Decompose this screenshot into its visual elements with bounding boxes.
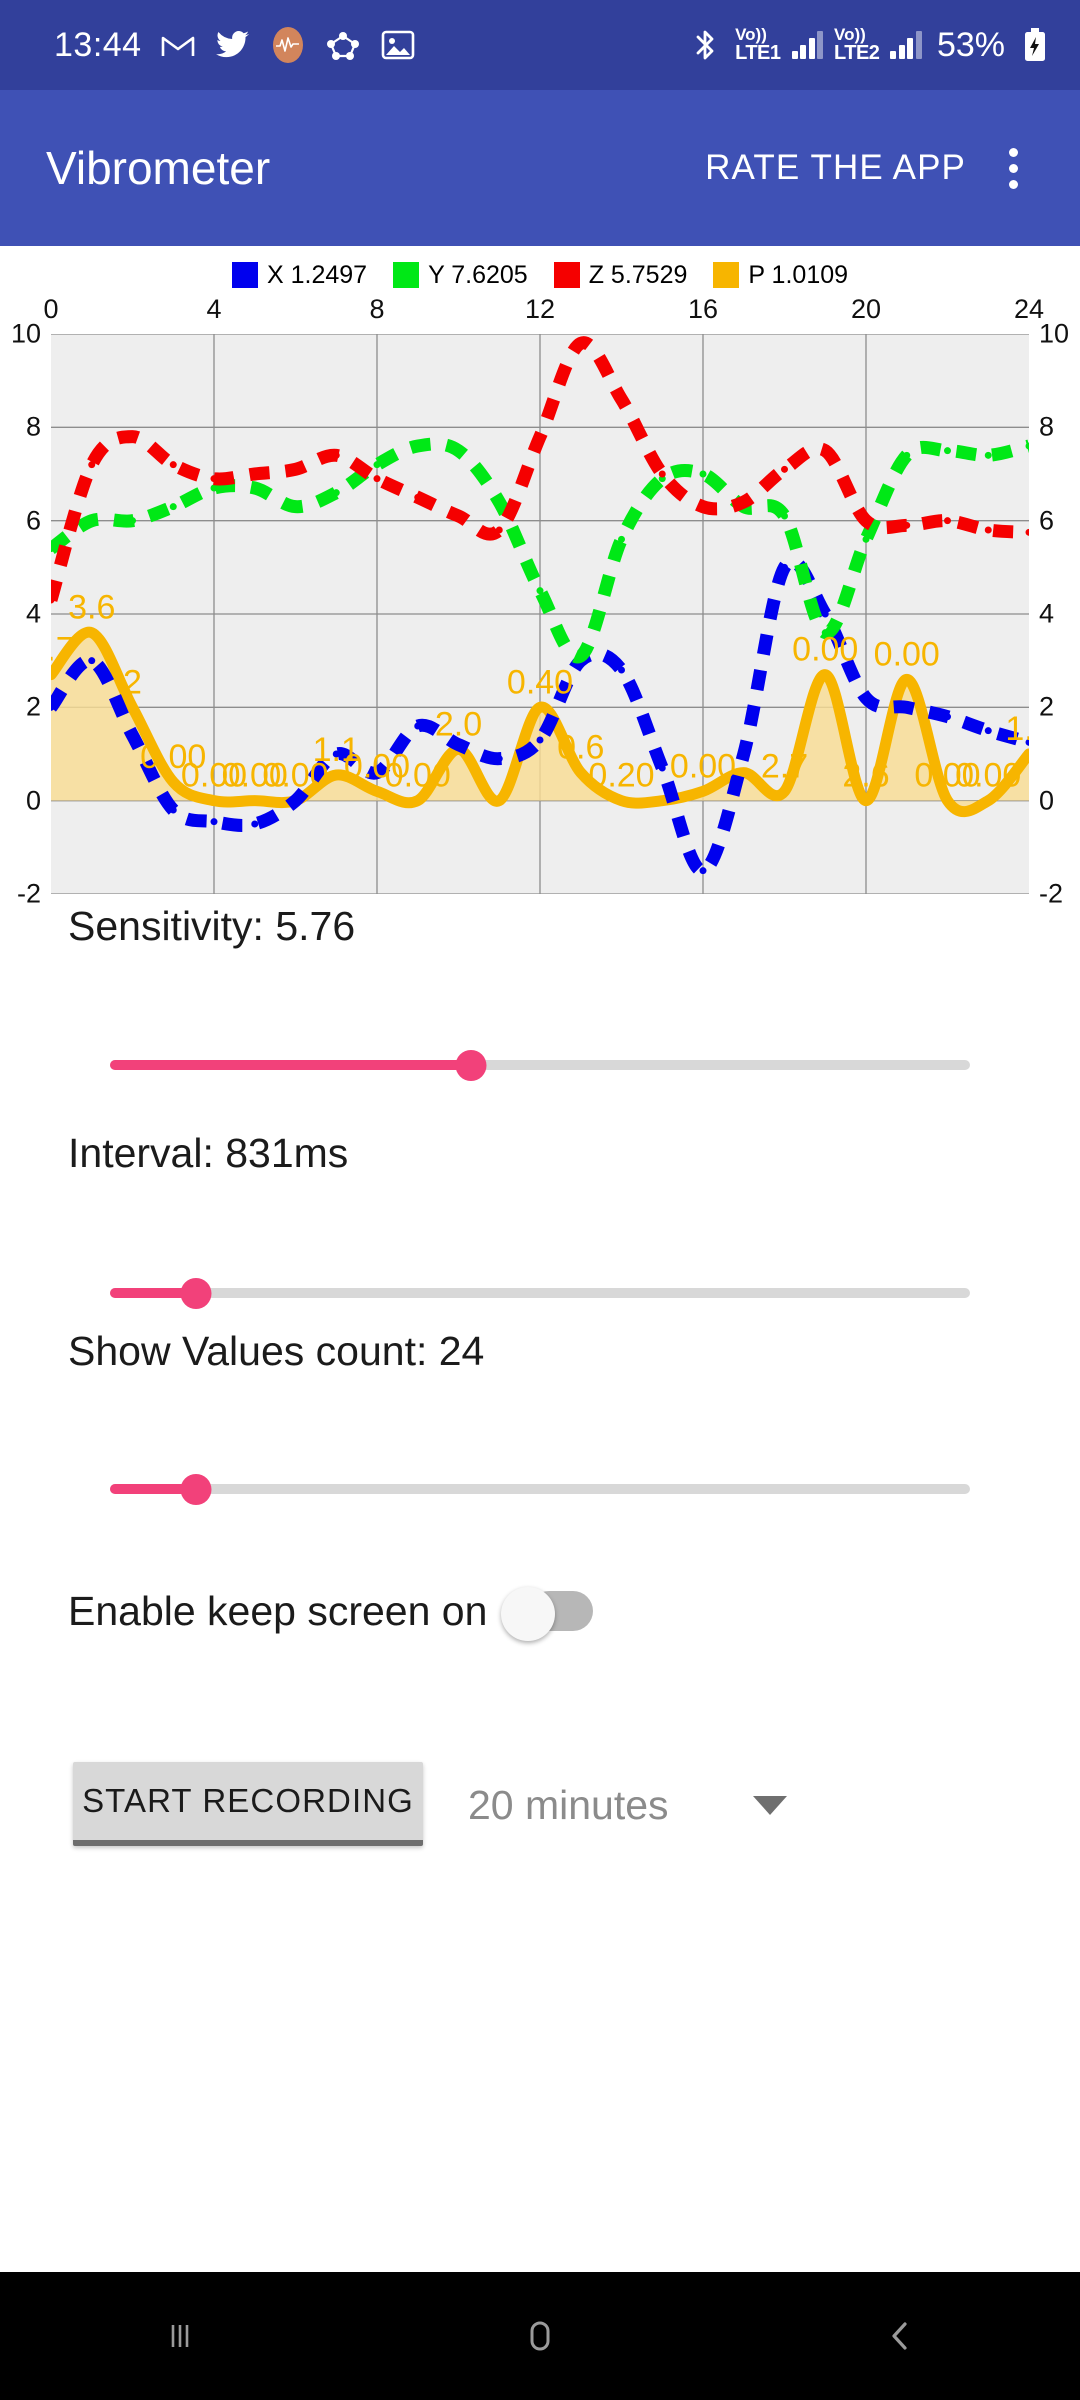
app-bar: Vibrometer RATE THE APP xyxy=(0,90,1080,246)
keep-screen-on-row: Enable keep screen on xyxy=(68,1584,594,1641)
y-tick-label-left: 8 xyxy=(25,411,41,442)
signal2-icon xyxy=(890,31,922,59)
p-value-label: 2 xyxy=(123,663,142,701)
battery-percent-label: 53% xyxy=(936,25,1005,64)
y-tick-label-left: 0 xyxy=(25,785,41,816)
status-bar-left: 13:44 xyxy=(54,26,686,64)
y-tick-label-left: 10 xyxy=(10,318,41,349)
duration-dropdown-value: 20 minutes xyxy=(468,1781,669,1828)
sim1-volte-indicator: Vo)) LTE1 xyxy=(735,26,781,64)
y-tick-label-left: 2 xyxy=(25,691,41,722)
p-value-label: 2.7 xyxy=(761,747,808,785)
y-tick-label-right: 8 xyxy=(1039,411,1055,442)
sim1-lte-label: LTE1 xyxy=(735,41,781,64)
x-tick-label: 16 xyxy=(687,294,719,324)
legend-item-p: P 1.0109 xyxy=(713,261,848,290)
sensitivity-slider-thumb[interactable] xyxy=(455,1050,487,1081)
interval-slider-track[interactable] xyxy=(110,1288,970,1298)
status-bar-clock: 13:44 xyxy=(54,26,142,64)
gallery-icon xyxy=(379,26,417,64)
y-tick-label-right: 0 xyxy=(1039,785,1055,816)
sim2-volte-indicator: Vo)) LTE2 xyxy=(834,26,880,64)
y-tick-label-right: -2 xyxy=(1039,878,1064,909)
show-values-count-slider[interactable] xyxy=(110,1466,970,1512)
interval-slider-thumb[interactable] xyxy=(180,1278,212,1309)
toggle-thumb[interactable] xyxy=(501,1587,556,1641)
p-value-label: 2.6 xyxy=(842,757,889,795)
kebab-menu-icon[interactable] xyxy=(980,135,1046,201)
chart-legend: X 1.2497 Y 7.6205 Z 5.7529 P 1.0109 xyxy=(0,258,1080,292)
sensitivity-slider[interactable] xyxy=(110,1042,970,1088)
rate-the-app-button[interactable]: RATE THE APP xyxy=(691,138,980,198)
y-tick-label-left: 4 xyxy=(25,598,41,629)
x-tick-label: 4 xyxy=(206,294,222,324)
sensitivity-label: Sensitivity: 5.76 xyxy=(68,903,356,949)
sensitivity-slider-fill xyxy=(110,1060,472,1070)
vibrometer-app-icon xyxy=(269,26,307,64)
gmail-icon xyxy=(159,26,197,64)
home-icon[interactable] xyxy=(465,2272,615,2400)
interval-slider[interactable] xyxy=(110,1270,970,1316)
interval-label: Interval: 831ms xyxy=(68,1130,349,1176)
x-tick-label: 20 xyxy=(850,294,882,324)
legend-label-y: Y 7.6205 xyxy=(428,260,528,289)
status-bar-right: Vo)) LTE1 Vo)) LTE2 53% xyxy=(686,26,1054,65)
y-tick-label-right: 4 xyxy=(1039,598,1055,629)
p-value-label: 0.00 xyxy=(670,747,736,785)
p-value-label: 0.40 xyxy=(507,663,573,701)
app-root: 13:44 Vo)) LTE1 Vo)) LTE2 53% Vibrometer… xyxy=(0,0,1080,2400)
page-title: Vibrometer xyxy=(46,142,271,194)
p-value-label: 2.7 xyxy=(51,631,75,669)
legend-label-p: P 1.0109 xyxy=(748,260,849,289)
x-tick-label: 8 xyxy=(369,294,385,324)
show-values-count-slider-track[interactable] xyxy=(110,1484,970,1494)
vibration-chart: X 1.2497 Y 7.6205 Z 5.7529 P 1.0109 0 4 8 12 16… xyxy=(0,246,1080,909)
y-tick-label-left: -2 xyxy=(16,878,41,909)
legend-swatch-p xyxy=(713,262,740,288)
x-tick-label: 12 xyxy=(524,294,556,324)
p-value-label: 0.00 xyxy=(792,631,858,669)
y-tick-label-right: 2 xyxy=(1039,691,1055,722)
keep-screen-on-label: Enable keep screen on xyxy=(68,1587,488,1634)
p-value-label: 0.00 xyxy=(874,635,940,673)
battery-charging-icon xyxy=(1016,26,1054,64)
p-value-label: 0.00 xyxy=(385,757,451,795)
chart-y-axis-labels-right: 10 8 6 4 2 0 -2 xyxy=(1029,319,1080,909)
show-values-count-slider-thumb[interactable] xyxy=(180,1474,212,1505)
p-value-label: 1.0 xyxy=(1005,710,1029,748)
legend-label-x: X 1.2497 xyxy=(266,260,368,289)
chart-plot-area: 2.73.620.000.000.000.001.10.000.002.00.4… xyxy=(51,334,1029,894)
bluetooth-icon xyxy=(686,26,724,64)
status-bar: 13:44 Vo)) LTE1 Vo)) LTE2 53% xyxy=(0,0,1080,90)
p-value-label: 2.0 xyxy=(435,705,482,743)
twitter-icon xyxy=(214,26,252,64)
show-values-count-label: Show Values count: 24 xyxy=(68,1328,485,1374)
signal1-icon xyxy=(791,31,824,59)
y-tick-label-right: 6 xyxy=(1039,505,1055,536)
sim2-lte-label: LTE2 xyxy=(834,41,880,64)
legend-item-z: Z 5.7529 xyxy=(553,260,688,290)
keep-screen-on-toggle[interactable] xyxy=(501,1584,594,1641)
start-recording-button[interactable]: START RECORDING xyxy=(73,1762,423,1846)
p-value-label: 3.6 xyxy=(68,589,115,627)
legend-swatch-x xyxy=(231,262,258,288)
y-tick-label-left: 6 xyxy=(25,505,41,536)
caret-down-icon[interactable] xyxy=(753,1795,787,1815)
nodes-icon xyxy=(324,26,362,64)
chart-y-axis-labels-left: 10 8 6 4 2 0 -2 xyxy=(0,319,51,909)
y-tick-label-right: 10 xyxy=(1039,318,1070,349)
duration-dropdown[interactable]: 20 minutes xyxy=(468,1772,813,1838)
recents-icon[interactable] xyxy=(105,2272,255,2400)
legend-label-z: Z 5.7529 xyxy=(588,260,688,289)
legend-swatch-y xyxy=(393,262,420,288)
system-nav-bar xyxy=(0,2272,1080,2400)
p-value-label: 0.00 xyxy=(955,757,1021,795)
back-icon[interactable] xyxy=(825,2272,975,2400)
legend-item-y: Y 7.6205 xyxy=(393,261,528,290)
p-value-label: 0.20 xyxy=(588,757,654,795)
legend-item-x: X 1.2497 xyxy=(231,260,368,290)
legend-swatch-z xyxy=(553,262,580,288)
chart-x-axis-labels: 0 4 8 12 16 20 24 xyxy=(0,294,1080,332)
x-tick-label: 0 xyxy=(43,294,59,324)
